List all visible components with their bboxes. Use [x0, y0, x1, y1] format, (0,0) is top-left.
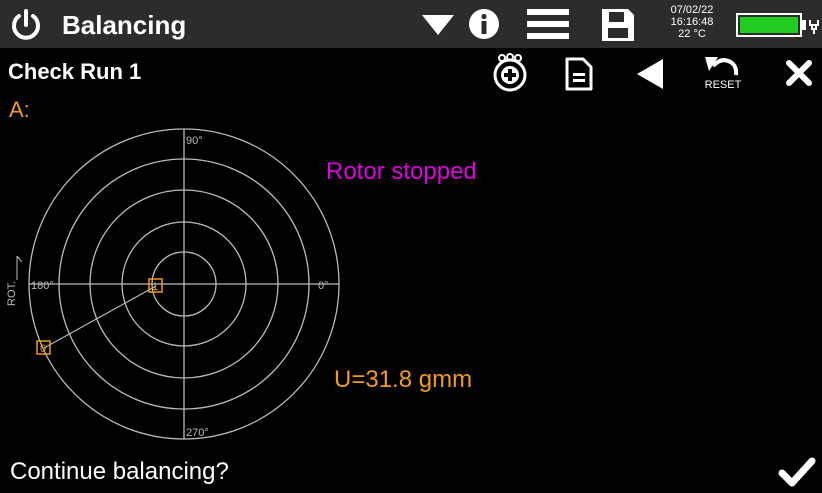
polar-diagram: 90° 180° 0° 270° ROT. 1 0	[6, 128, 340, 440]
rotor-status: Rotor stopped	[326, 158, 477, 185]
status-bar: Balancing 07/02/22 16:16:48 22 °C	[0, 0, 822, 48]
power-icon[interactable]	[8, 7, 44, 43]
rotation-arrowhead	[16, 255, 23, 263]
reset-label[interactable]: RESET	[698, 79, 748, 91]
app-title: Balancing	[62, 10, 187, 40]
rotation-label: ROT.	[6, 281, 18, 306]
unbalance-value: U=31.8 gmm	[334, 366, 473, 393]
undo-icon[interactable]	[703, 53, 741, 79]
close-x-icon[interactable]	[786, 60, 812, 86]
marker-0-label: 0	[40, 343, 46, 355]
floppy-disk-icon[interactable]	[599, 6, 637, 44]
clock-readout: 07/02/22 16:16:48 22 °C	[662, 4, 722, 40]
angle-label-bottom: 270°	[186, 427, 209, 439]
angle-label-top: 90°	[186, 135, 203, 147]
add-plane-icon[interactable]	[489, 52, 531, 94]
hamburger-menu-icon[interactable]	[527, 8, 569, 40]
vector-line	[43, 285, 157, 349]
battery-icon	[736, 13, 819, 37]
document-icon[interactable]	[564, 56, 594, 92]
time-text: 16:16:48	[670, 16, 714, 28]
continue-prompt: Continue balancing?	[10, 458, 229, 485]
info-icon[interactable]	[468, 8, 500, 40]
angle-label-left: 180°	[31, 280, 54, 292]
angle-label-right: 0°	[318, 280, 329, 292]
checkmark-icon[interactable]	[778, 456, 816, 488]
page-title: Check Run 1	[8, 59, 142, 84]
marker-1-label: 1	[152, 281, 158, 293]
temperature-text: 22 °C	[678, 28, 706, 40]
triangle-left-icon[interactable]	[636, 58, 664, 90]
date-text: 07/02/22	[670, 4, 714, 16]
triangle-down-icon[interactable]	[421, 14, 455, 36]
